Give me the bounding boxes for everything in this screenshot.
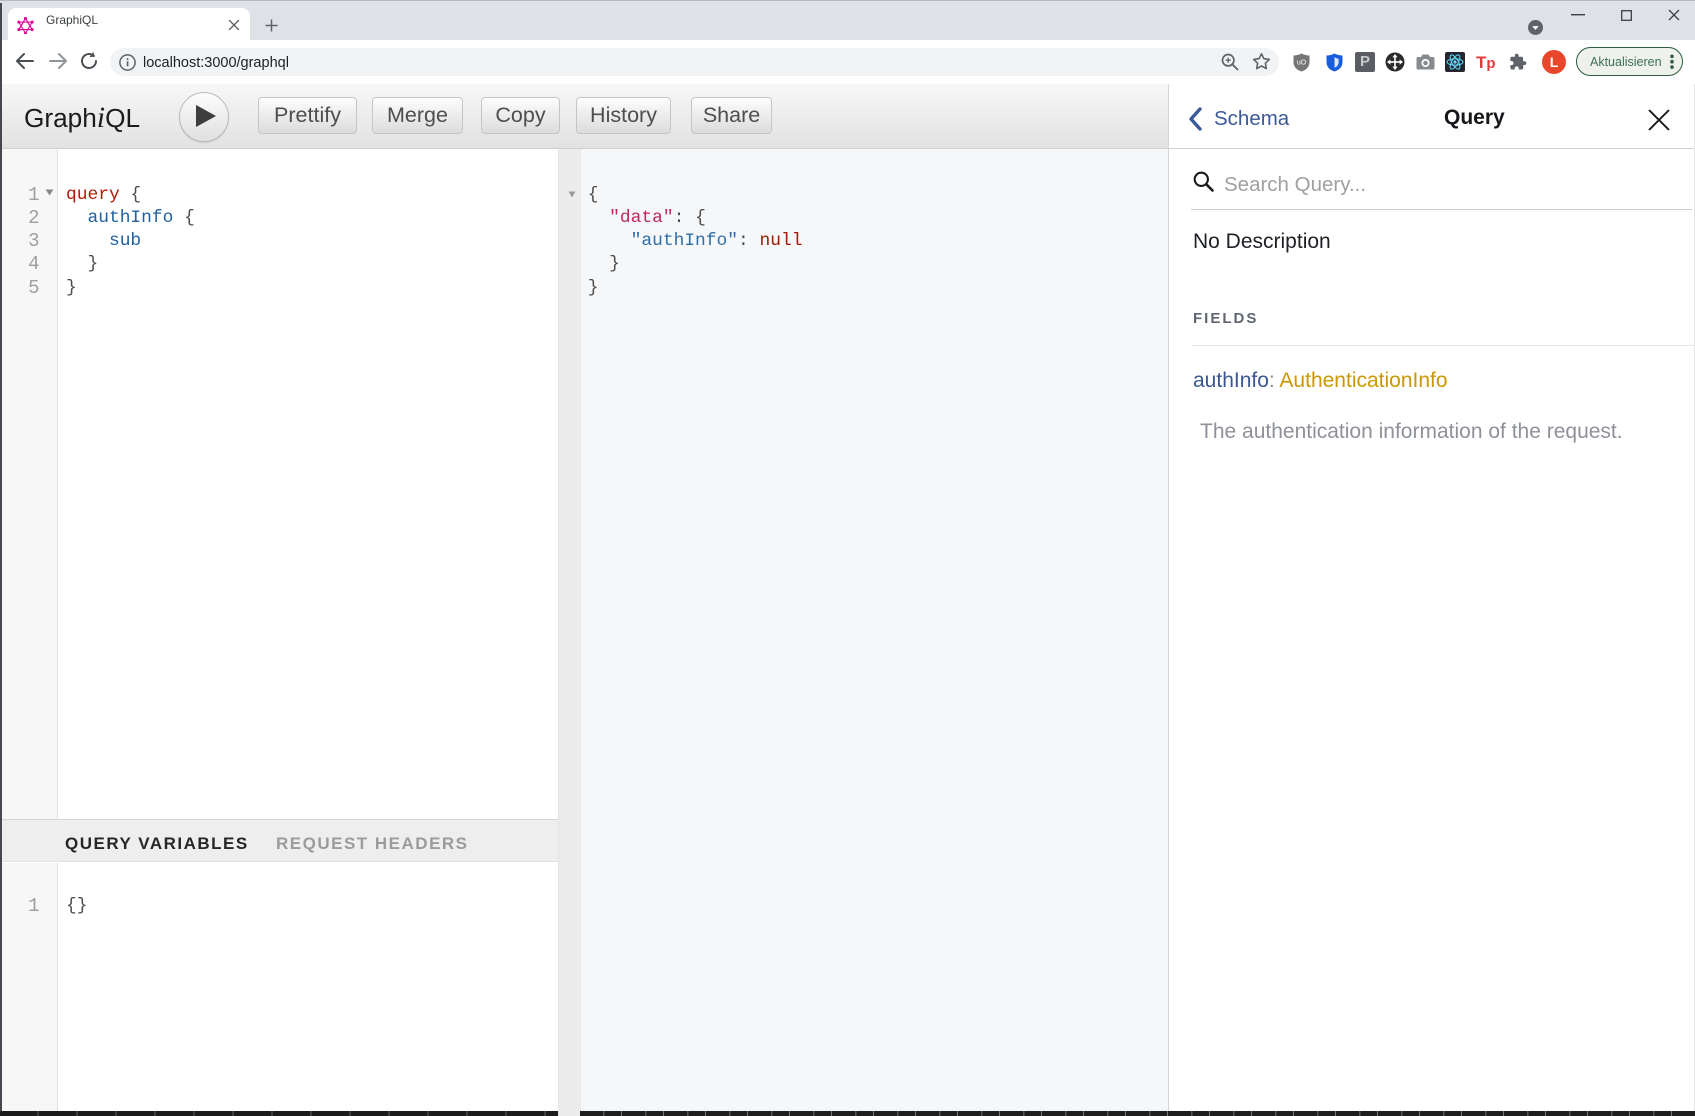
svg-text:uO: uO bbox=[1297, 60, 1307, 67]
